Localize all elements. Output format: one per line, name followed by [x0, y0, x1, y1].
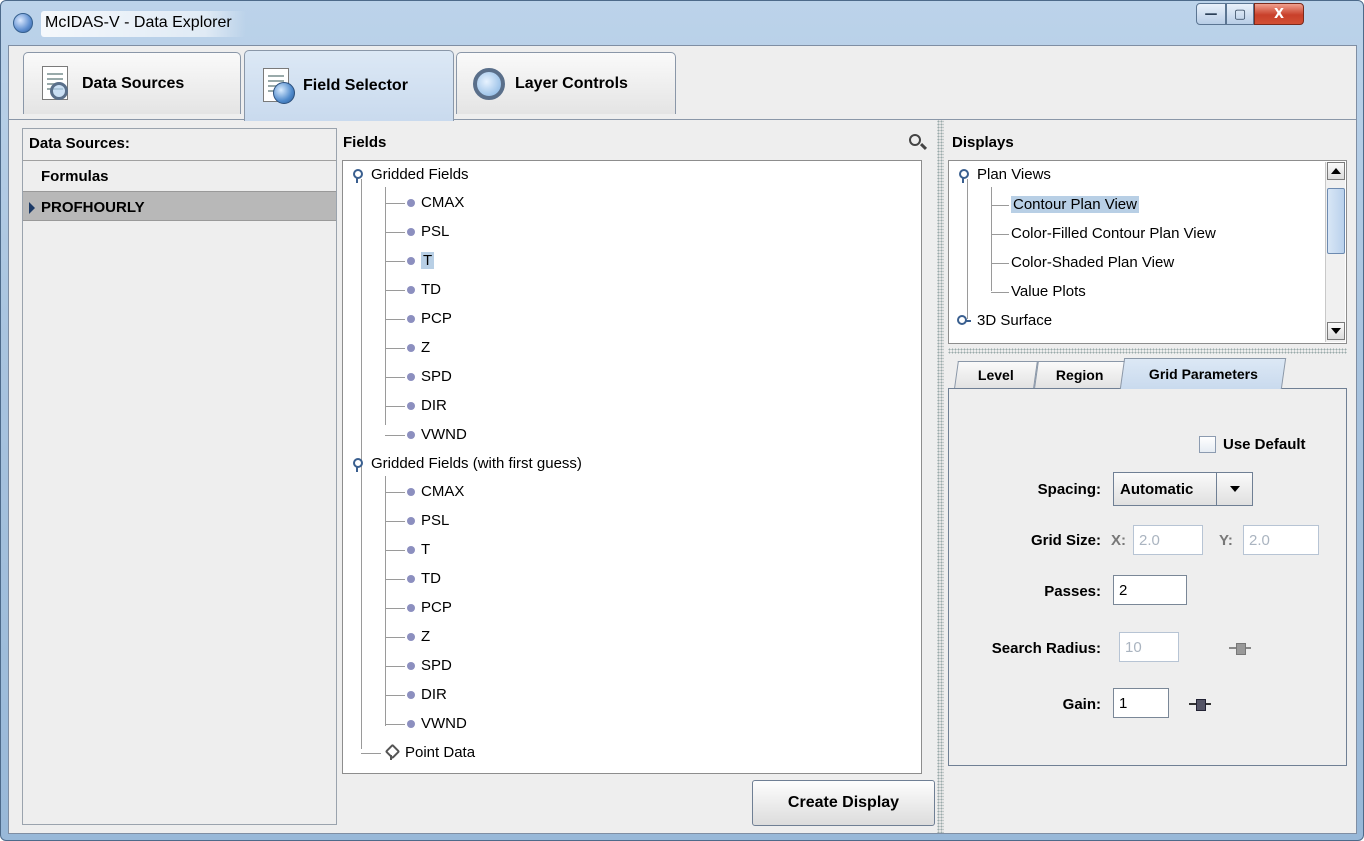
tree-leaf-dir[interactable]: DIR: [407, 394, 447, 418]
tree-leaf-t[interactable]: T: [407, 249, 435, 273]
passes-label: Passes:: [1044, 583, 1101, 600]
tree-leaf-vwnd[interactable]: VWND: [407, 712, 467, 736]
title-bar[interactable]: McIDAS-V - Data Explorer — ▢ X: [1, 1, 1363, 45]
tree-leaf-pcp[interactable]: PCP: [407, 307, 452, 331]
display-color-filled-contour[interactable]: Color-Filled Contour Plan View: [1011, 222, 1216, 246]
scroll-down-button[interactable]: [1327, 322, 1345, 340]
displays-pane: Displays Plan Views Contour Plan View Co…: [948, 128, 1348, 818]
search-radius-input[interactable]: 10: [1119, 632, 1179, 662]
search-icon[interactable]: [909, 134, 921, 146]
tree-leaf-spd[interactable]: SPD: [407, 365, 452, 389]
display-settings: Level Region Grid Parameters Use Default…: [948, 358, 1347, 766]
passes-input[interactable]: 2: [1113, 575, 1187, 605]
tab-label: Layer Controls: [515, 74, 628, 92]
tree-leaf-dir[interactable]: DIR: [407, 683, 447, 707]
create-display-button[interactable]: Create Display: [752, 780, 935, 826]
gain-slider-icon[interactable]: [1189, 699, 1211, 711]
tree-group-label: Gridded Fields: [371, 166, 469, 183]
tree-leaf-psl[interactable]: PSL: [407, 509, 449, 533]
minimize-button[interactable]: —: [1196, 3, 1226, 25]
tree-group-label: Gridded Fields (with first guess): [371, 455, 582, 472]
tree-toggle-icon[interactable]: [351, 169, 363, 184]
use-default-label: Use Default: [1223, 436, 1306, 453]
displays-scrollbar[interactable]: [1325, 162, 1345, 342]
tree-leaf-psl[interactable]: PSL: [407, 220, 449, 244]
main-tab-strip: Data Sources Field Selector Layer Contro…: [9, 46, 1356, 121]
tree-group-gridded-fields-first-guess[interactable]: Gridded Fields (with first guess): [351, 452, 582, 476]
magnifier-icon: [469, 64, 507, 104]
fields-title-text: Fields: [343, 134, 387, 151]
vertical-splitter[interactable]: [937, 120, 944, 833]
tree-leaf-z[interactable]: Z: [407, 625, 430, 649]
spacing-label: Spacing:: [1037, 481, 1101, 498]
tree-toggle-icon[interactable]: [351, 458, 363, 473]
maximize-button[interactable]: ▢: [1226, 3, 1254, 25]
tab-grid-parameters[interactable]: Grid Parameters: [1119, 358, 1287, 389]
close-button[interactable]: X: [1254, 3, 1304, 25]
list-item-formulas[interactable]: Formulas: [23, 161, 336, 191]
tab-region[interactable]: Region: [1034, 361, 1126, 388]
gain-label: Gain:: [1062, 696, 1101, 713]
tree-group-3d-surface[interactable]: 3D Surface: [957, 309, 1052, 333]
pushpin-icon: [385, 746, 397, 761]
tree-group-gridded-fields[interactable]: Gridded Fields: [351, 163, 469, 187]
expand-arrow-icon[interactable]: [29, 202, 35, 214]
tree-toggle-icon[interactable]: [957, 315, 969, 327]
chevron-down-icon[interactable]: [1216, 473, 1252, 505]
grid-x-input[interactable]: 2.0: [1133, 525, 1203, 555]
tab-label: Data Sources: [82, 74, 185, 92]
app-globe-icon: [13, 13, 33, 33]
tab-data-sources[interactable]: Data Sources: [23, 52, 241, 114]
fields-pane: Fields Gridded Fields CMAX PSL T TD PCP …: [339, 128, 935, 774]
list-item-profhourly[interactable]: PROFHOURLY: [23, 191, 336, 221]
gain-input[interactable]: 1: [1113, 688, 1169, 718]
window-frame: McIDAS-V - Data Explorer — ▢ X Data Sour…: [0, 0, 1364, 841]
tree-toggle-icon[interactable]: [957, 169, 969, 184]
grid-x-label: X:: [1111, 532, 1126, 549]
displays-tree: Plan Views Contour Plan View Color-Fille…: [948, 160, 1347, 344]
grid-size-label: Grid Size:: [1030, 532, 1101, 549]
tab-level[interactable]: Level: [954, 361, 1038, 388]
data-sources-list: Formulas PROFHOURLY: [23, 160, 336, 824]
tree-leaf-td[interactable]: TD: [407, 567, 441, 591]
displays-title: Displays: [952, 134, 1014, 151]
tree-leaf-spd[interactable]: SPD: [407, 654, 452, 678]
client-area: Data Sources Field Selector Layer Contro…: [8, 45, 1357, 834]
data-sources-title: Data Sources:: [29, 135, 130, 152]
use-default-checkbox[interactable]: [1199, 436, 1216, 453]
list-item-label: PROFHOURLY: [41, 199, 145, 216]
tree-leaf-cmax[interactable]: CMAX: [407, 191, 464, 215]
display-color-shaded[interactable]: Color-Shaded Plan View: [1011, 251, 1174, 275]
list-item-label: Formulas: [41, 168, 109, 185]
document-search-icon: [36, 64, 74, 104]
fields-tree: Gridded Fields CMAX PSL T TD PCP Z SPD D…: [342, 160, 922, 774]
horizontal-splitter[interactable]: [948, 348, 1347, 354]
tree-group-plan-views[interactable]: Plan Views: [957, 163, 1051, 187]
spacing-select[interactable]: Automatic: [1113, 472, 1253, 506]
tree-leaf-cmax[interactable]: CMAX: [407, 480, 464, 504]
field-selector-panel: Data Sources: Formulas PROFHOURLY Fields…: [9, 120, 1356, 833]
search-radius-label: Search Radius:: [991, 640, 1101, 657]
tree-leaf-td[interactable]: TD: [407, 278, 441, 302]
scroll-up-button[interactable]: [1327, 162, 1345, 180]
scroll-thumb[interactable]: [1327, 188, 1345, 254]
tree-leaf-t[interactable]: T: [407, 538, 430, 562]
tree-leaf-point-data[interactable]: Point Data: [385, 741, 475, 765]
search-radius-slider-icon[interactable]: [1229, 643, 1251, 655]
grid-y-input[interactable]: 2.0: [1243, 525, 1319, 555]
tab-layer-controls[interactable]: Layer Controls: [456, 52, 676, 114]
fields-title: Fields: [339, 128, 935, 154]
data-sources-pane: Data Sources: Formulas PROFHOURLY: [22, 128, 337, 825]
display-contour-plan-view[interactable]: Contour Plan View: [1011, 193, 1139, 217]
tree-leaf-vwnd[interactable]: VWND: [407, 423, 467, 447]
grid-y-label: Y:: [1219, 532, 1233, 549]
document-globe-icon: [257, 66, 295, 106]
grid-parameters-panel: Use Default Spacing: Automatic Grid Size…: [948, 388, 1347, 766]
display-value-plots[interactable]: Value Plots: [1011, 280, 1086, 304]
window-title: McIDAS-V - Data Explorer: [41, 11, 246, 37]
tab-label: Field Selector: [303, 77, 408, 94]
tree-leaf-pcp[interactable]: PCP: [407, 596, 452, 620]
tree-leaf-z[interactable]: Z: [407, 336, 430, 360]
tab-field-selector[interactable]: Field Selector: [244, 50, 454, 121]
